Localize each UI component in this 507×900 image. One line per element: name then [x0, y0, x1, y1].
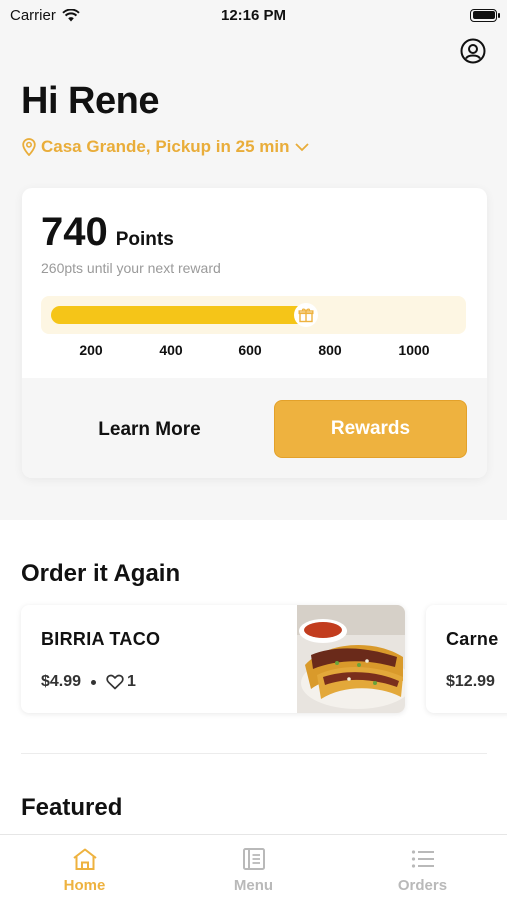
- tab-label: Menu: [233, 877, 274, 894]
- likes-value: 1: [127, 673, 136, 690]
- progress-ticks: 200 400 600 800 1000: [41, 342, 466, 360]
- tab-label: Orders: [397, 877, 448, 894]
- order-card-birria-taco[interactable]: BIRRIA TACO $4.99 1: [21, 605, 405, 713]
- points-summary: 740 Points: [41, 210, 174, 255]
- rewards-button[interactable]: Rewards: [274, 400, 467, 458]
- greeting-title: Hi Rene: [21, 80, 159, 122]
- heart-icon: [106, 674, 124, 690]
- likes-count[interactable]: 1: [106, 673, 136, 691]
- order-item-name: BIRRIA TACO: [41, 629, 161, 649]
- gift-icon: [294, 303, 318, 327]
- wifi-icon: [62, 8, 80, 21]
- tab-menu[interactable]: Menu: [169, 835, 338, 900]
- separator-dot: [91, 679, 97, 685]
- learn-more-button[interactable]: Learn More: [77, 400, 222, 460]
- chevron-down-icon: [295, 143, 310, 152]
- tick-label: 800: [318, 342, 342, 358]
- order-item-name: Carne: [446, 629, 499, 649]
- location-label: Casa Grande, Pickup in 25 min: [41, 137, 290, 156]
- order-item-meta: $12.99: [446, 673, 495, 691]
- points-value: 740: [41, 210, 108, 254]
- order-item-price: $12.99: [446, 673, 495, 690]
- points-label: Points: [115, 229, 174, 250]
- points-card: 740 Points 260pts until your next reward…: [22, 188, 487, 478]
- battery-icon: [470, 8, 500, 22]
- points-progress-fill: [51, 306, 306, 324]
- location-pin-icon: [22, 138, 36, 156]
- order-card-carne[interactable]: Carne $12.99: [426, 605, 507, 713]
- account-icon[interactable]: [460, 38, 486, 64]
- order-item-meta: $4.99 1: [41, 673, 136, 691]
- status-time: 12:16 PM: [220, 6, 287, 24]
- home-icon: [72, 848, 97, 870]
- order-item-price: $4.99: [41, 673, 82, 690]
- points-progress-track: [41, 296, 466, 334]
- tab-orders[interactable]: Orders: [338, 835, 507, 900]
- tab-label: Home: [63, 877, 106, 894]
- menu-book-icon: [242, 848, 265, 870]
- status-bar: Carrier 12:16 PM: [0, 0, 507, 30]
- carrier-label: Carrier: [10, 6, 56, 24]
- location-selector[interactable]: Casa Grande, Pickup in 25 min: [22, 137, 310, 157]
- tab-home[interactable]: Home: [0, 835, 169, 900]
- points-subtitle: 260pts until your next reward: [41, 260, 221, 276]
- featured-title: Featured: [21, 794, 123, 821]
- tab-bar: Home Menu Orders: [0, 834, 507, 900]
- tick-label: 200: [79, 342, 103, 358]
- order-again-title: Order it Again: [21, 560, 181, 587]
- section-divider: [21, 753, 487, 754]
- tick-label: 1000: [398, 342, 430, 358]
- list-icon: [411, 850, 434, 868]
- carrier-info: Carrier: [10, 7, 80, 24]
- tick-label: 600: [238, 342, 262, 358]
- birria-taco-image: [297, 605, 405, 713]
- tick-label: 400: [159, 342, 183, 358]
